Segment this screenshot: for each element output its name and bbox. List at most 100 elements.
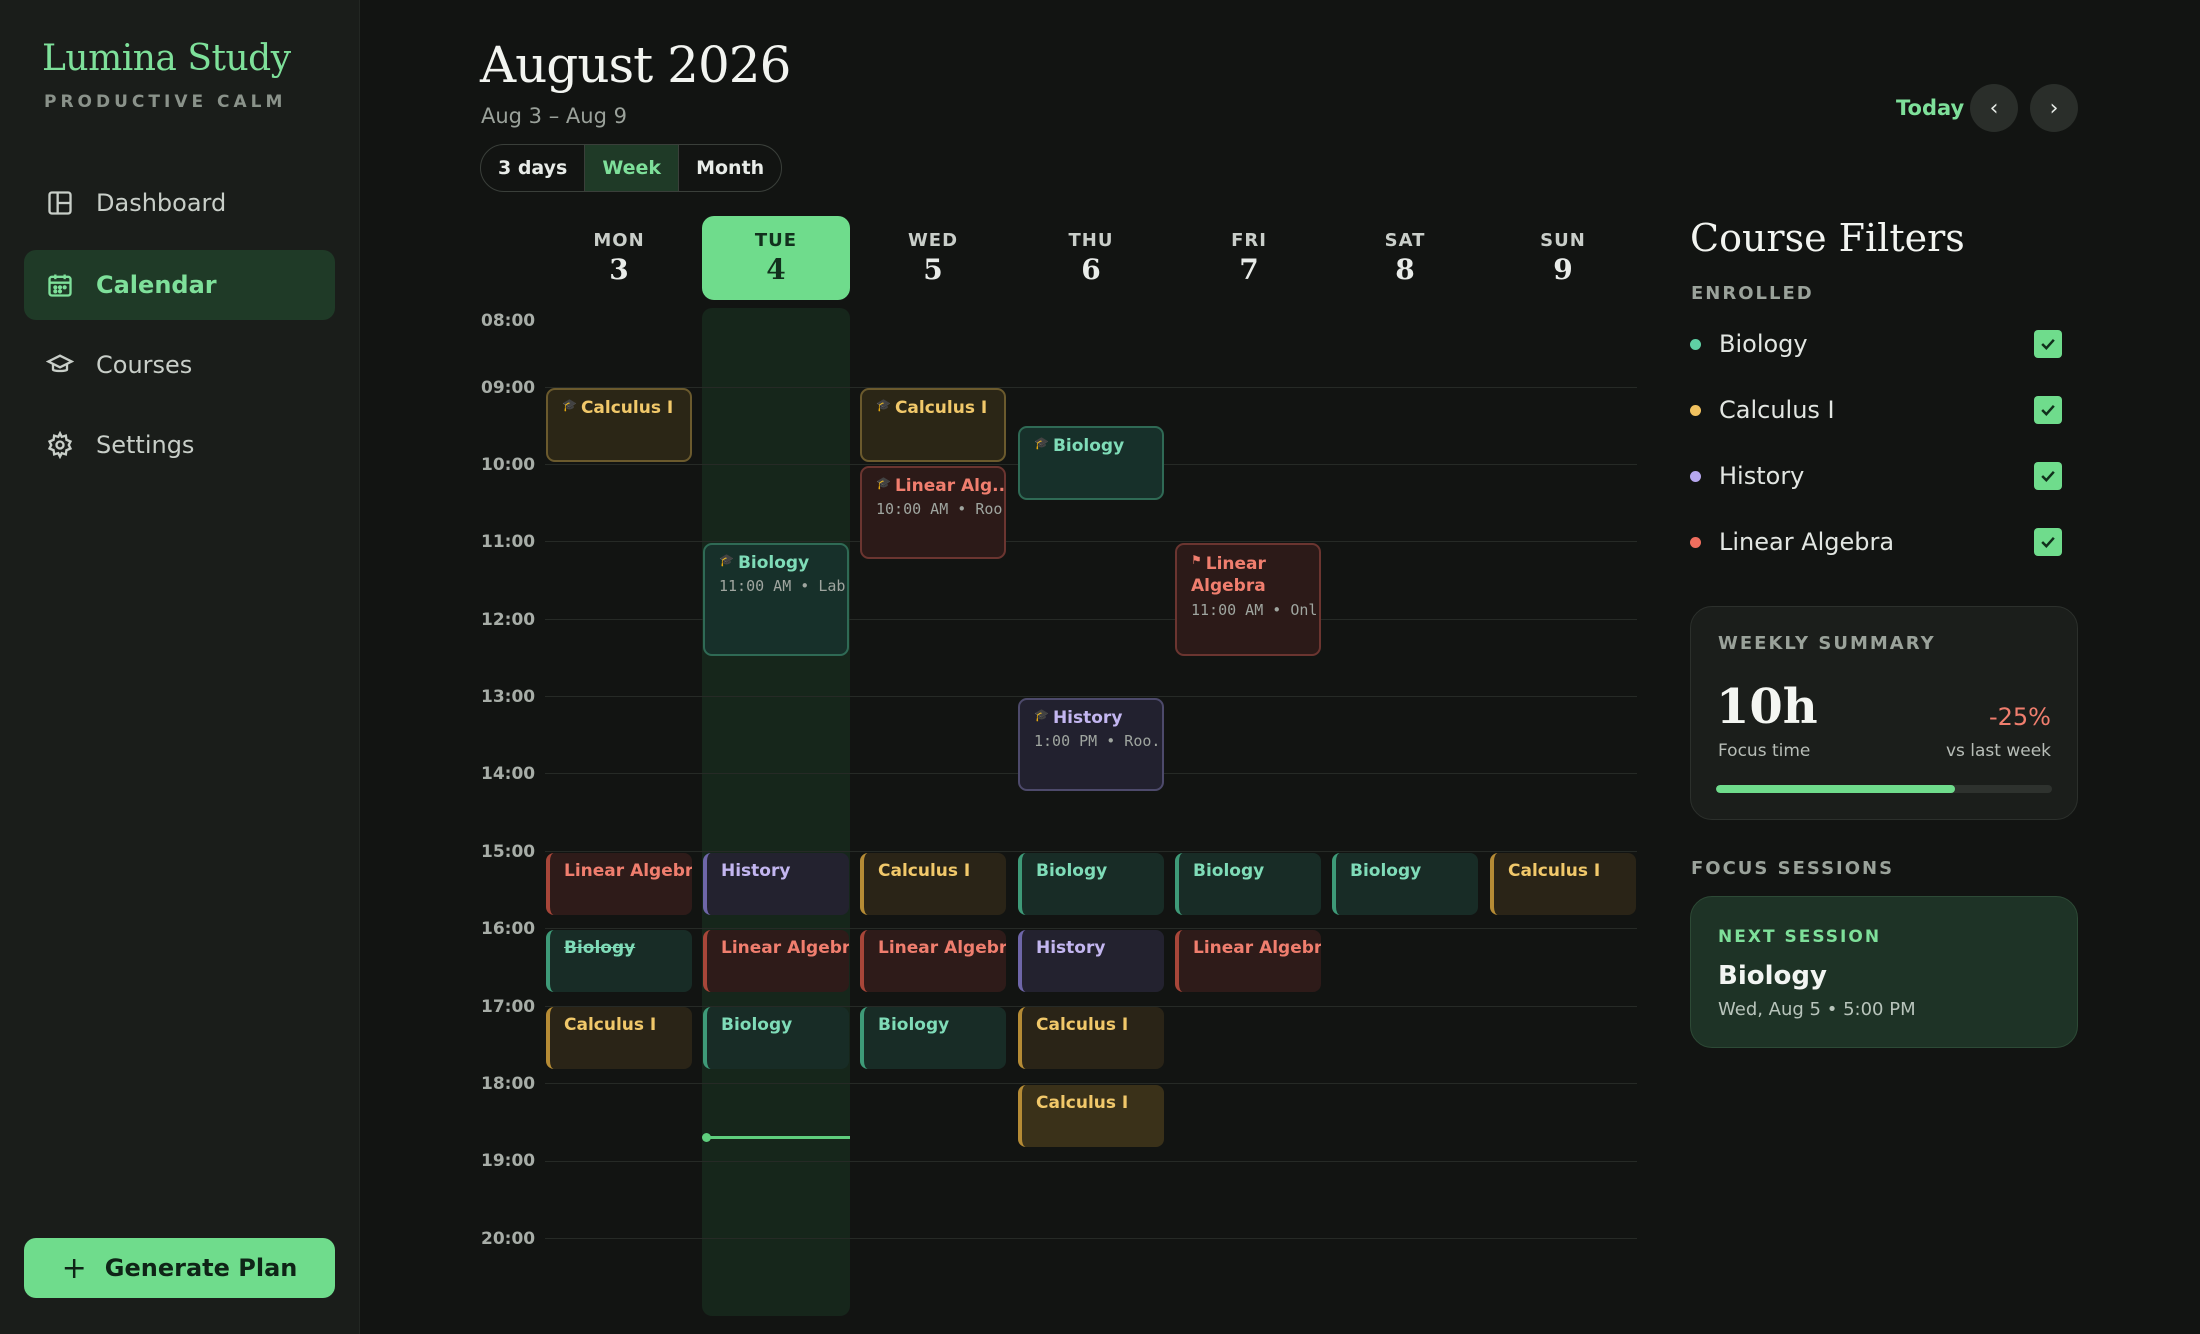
event-biology-thu[interactable]: 🎓 Biology — [1018, 426, 1164, 500]
study-slot[interactable]: Calculus I — [860, 853, 1006, 915]
study-slot[interactable]: Calculus I — [1018, 1007, 1164, 1069]
event-biology-tue[interactable]: 🎓Biology 11:00 AM • Lab... — [703, 543, 849, 656]
checkbox-checked[interactable] — [2034, 528, 2062, 556]
day-number: 4 — [766, 253, 786, 286]
enrolled-label: ENROLLED — [1691, 283, 1814, 304]
hour-label: 19:00 — [481, 1151, 536, 1171]
next-week-button[interactable]: › — [2030, 84, 2078, 132]
view-week[interactable]: Week — [585, 145, 680, 191]
next-session-card[interactable]: NEXT SESSION Biology Wed, Aug 5 • 5:00 P… — [1690, 896, 2078, 1048]
hour-gridline — [545, 851, 1637, 852]
study-slot[interactable]: Linear Algebra — [546, 853, 692, 915]
nav-label: Dashboard — [96, 189, 227, 217]
hour-label: 14:00 — [481, 764, 536, 784]
nav-label: Calendar — [96, 271, 217, 299]
study-slot[interactable]: Biology — [703, 1007, 849, 1069]
chevron-left-icon: ‹ — [1989, 95, 1999, 121]
day-header-fri: FRI 7 — [1174, 216, 1324, 300]
day-name: FRI — [1231, 230, 1267, 251]
current-time-dot — [702, 1133, 711, 1142]
focus-sessions-label: FOCUS SESSIONS — [1691, 858, 1895, 879]
study-slot[interactable]: Biology — [860, 1007, 1006, 1069]
study-slot[interactable]: Calculus I — [546, 1007, 692, 1069]
checkbox-checked[interactable] — [2034, 462, 2062, 490]
event-linear-algebra-fri[interactable]: ⚑Linear Algebra 11:00 AM • Onl... — [1175, 543, 1321, 656]
event-history-thu[interactable]: 🎓History 1:00 PM • Roo... — [1018, 698, 1164, 791]
graduation-cap-icon: 🎓 — [719, 553, 734, 567]
study-slot[interactable]: History — [703, 853, 849, 915]
nav-label: Settings — [96, 431, 195, 459]
focus-progress-fill — [1716, 785, 1955, 793]
nav-label: Courses — [96, 351, 193, 379]
page-title: August 2026 — [480, 36, 791, 94]
study-slot[interactable]: Linear Algebra — [860, 930, 1006, 992]
today-button[interactable]: Today — [1896, 96, 1964, 120]
nav-item-dashboard[interactable]: Dashboard — [24, 168, 335, 238]
prev-week-button[interactable]: ‹ — [1970, 84, 2018, 132]
event-linear-algebra-wed[interactable]: 🎓Linear Alg... 10:00 AM • Roo... — [860, 466, 1006, 559]
day-header-thu: THU 6 — [1016, 216, 1166, 300]
chevron-right-icon: › — [2049, 95, 2059, 121]
day-name: WED — [907, 230, 959, 251]
filter-biology[interactable]: Biology — [1690, 324, 2062, 364]
filter-history[interactable]: History — [1690, 456, 2062, 496]
flag-icon: ⚑ — [1191, 553, 1202, 567]
hour-gridline — [545, 387, 1637, 388]
hour-label: 20:00 — [481, 1229, 536, 1249]
study-slot[interactable]: Linear Algebra — [1175, 930, 1321, 992]
study-slot[interactable]: History — [1018, 930, 1164, 992]
view-3-days[interactable]: 3 days — [481, 145, 586, 191]
change-percent: -25% — [1988, 703, 2051, 731]
date-range: Aug 3 – Aug 9 — [481, 104, 627, 128]
study-slot[interactable]: Biology — [1018, 853, 1164, 915]
hour-label: 11:00 — [481, 532, 536, 552]
next-session-label: NEXT SESSION — [1718, 927, 1882, 947]
sidebar: Lumina Study PRODUCTIVE CALM Dashboard C… — [0, 0, 360, 1334]
study-slot-completed[interactable]: Biology — [546, 930, 692, 992]
hour-gridline — [545, 1238, 1637, 1239]
nav-item-calendar[interactable]: Calendar — [24, 250, 335, 320]
next-session-time: Wed, Aug 5 • 5:00 PM — [1718, 999, 1916, 1020]
study-slot[interactable]: Calculus I — [1018, 1085, 1164, 1147]
study-slot[interactable]: Biology — [1175, 853, 1321, 915]
day-header-mon: MON 3 — [544, 216, 694, 300]
hour-label: 10:00 — [481, 455, 536, 475]
day-number: 8 — [1395, 253, 1415, 286]
study-slot[interactable]: Biology — [1332, 853, 1478, 915]
study-slot[interactable]: Linear Algebra — [703, 930, 849, 992]
event-calculus-mon[interactable]: 🎓 Calculus I — [546, 388, 692, 462]
day-name: SUN — [1540, 230, 1586, 251]
nav-item-settings[interactable]: Settings — [24, 410, 335, 480]
generate-plan-button[interactable]: + Generate Plan — [24, 1238, 335, 1298]
nav-item-courses[interactable]: Courses — [24, 330, 335, 400]
change-label: vs last week — [1945, 741, 2051, 761]
graduation-cap-icon — [46, 354, 74, 373]
view-month[interactable]: Month — [679, 145, 781, 191]
day-header-tue: TUE 4 — [702, 216, 850, 300]
graduation-cap-icon: 🎓 — [876, 476, 891, 490]
course-name: Calculus I — [1719, 396, 1835, 424]
event-title: Linear Algebra — [1191, 554, 1266, 596]
event-calculus-wed[interactable]: 🎓 Calculus I — [860, 388, 1006, 462]
event-meta: 11:00 AM • Onl... — [1191, 601, 1319, 619]
next-session-course: Biology — [1718, 961, 1827, 991]
hour-label: 15:00 — [481, 842, 536, 862]
graduation-cap-icon: 🎓 — [876, 398, 891, 412]
calendar-icon — [48, 274, 72, 297]
checkbox-checked[interactable] — [2034, 330, 2062, 358]
day-number: 3 — [609, 253, 629, 286]
filter-linear-algebra[interactable]: Linear Algebra — [1690, 522, 2062, 562]
current-time-line — [706, 1136, 850, 1139]
focus-time-label: Focus time — [1718, 741, 1811, 761]
focus-progress-bar — [1716, 785, 2052, 793]
day-header-sat: SAT 8 — [1330, 216, 1480, 300]
checkbox-checked[interactable] — [2034, 396, 2062, 424]
day-name: SAT — [1384, 230, 1426, 251]
generate-plan-label: Generate Plan — [104, 1254, 298, 1282]
study-slot[interactable]: Calculus I — [1490, 853, 1636, 915]
hour-gridline — [545, 1161, 1637, 1162]
filter-calculus-i[interactable]: Calculus I — [1690, 390, 2062, 430]
hour-label: 18:00 — [481, 1074, 536, 1094]
event-title: History — [1052, 708, 1123, 728]
graduation-cap-icon: 🎓 — [562, 398, 577, 412]
